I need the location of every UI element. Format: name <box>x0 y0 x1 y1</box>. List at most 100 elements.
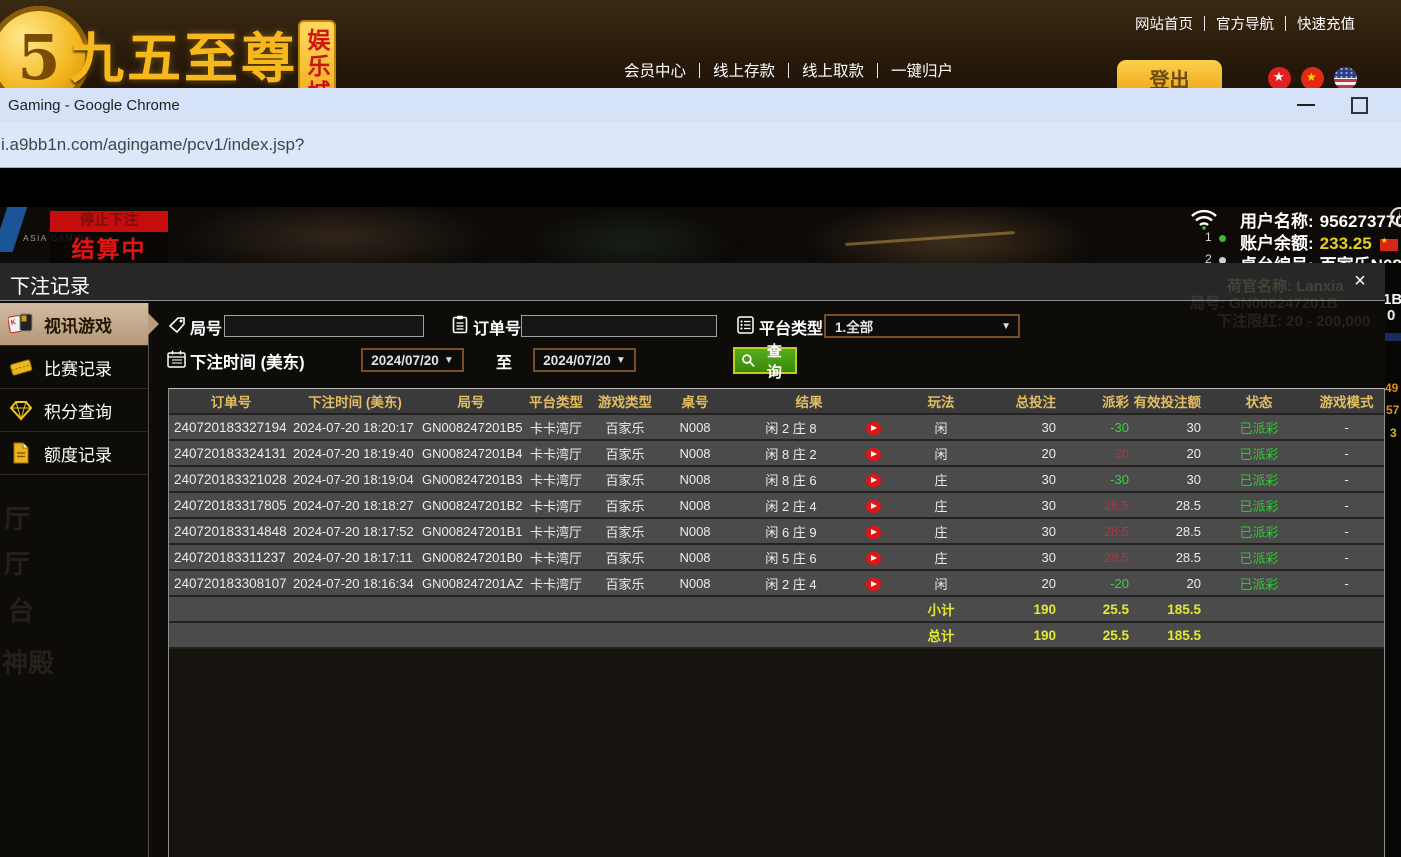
cell-round-number: GN008247201B3 <box>417 466 525 492</box>
tag-icon <box>168 317 187 334</box>
total-label: 总计 <box>891 622 991 648</box>
nav-link-transfer[interactable]: 一键归户 <box>891 59 953 81</box>
logo-symbol: 5 <box>17 21 60 89</box>
cell-game-type: 百家乐 <box>587 492 663 518</box>
cell-bet-on: 庄 <box>891 492 991 518</box>
cell-round-number: GN008247201B5 <box>417 414 525 440</box>
play-video-icon[interactable] <box>866 552 881 565</box>
cell-payout: -30 <box>1063 414 1133 440</box>
sidebar-item-label: 比赛记录 <box>44 355 112 380</box>
clipboard-icon <box>452 315 468 334</box>
diamond-icon <box>8 399 34 421</box>
wifi-icon <box>1190 208 1218 230</box>
cell-round-number: GN008247201B2 <box>417 492 525 518</box>
cell-table-number: N008 <box>663 544 727 570</box>
bleed-limit-line: 下注限红: 20 - 200,000 <box>1217 310 1370 331</box>
url-bar[interactable]: i.a9bb1n.com/agingame/pcv1/index.jsp? <box>0 122 1401 168</box>
cell-total-bet: 30 <box>991 414 1063 440</box>
top-link-nav[interactable]: 官方导航 <box>1216 13 1274 34</box>
top-link-home[interactable]: 网站首页 <box>1135 13 1193 34</box>
calendar-icon <box>167 350 186 368</box>
cell-bet-on: 庄 <box>891 518 991 544</box>
nav-link-deposit[interactable]: 线上存款 <box>713 59 775 81</box>
cell-bet-time: 2024-07-20 18:17:52 <box>293 518 417 544</box>
cell-table-number: N008 <box>663 440 727 466</box>
bleed-fragment: 49 <box>1385 381 1398 395</box>
bleed-fragment: 3 <box>1390 426 1397 440</box>
table-row: 240720183327194 2024-07-20 18:20:17 GN00… <box>169 414 1384 440</box>
window-title: Gaming - Google Chrome <box>8 97 180 114</box>
bleed-fragment: 57 <box>1386 403 1399 417</box>
summary-rows: 小计 190 25.5 185.5 总计 190 25.5 185.5 <box>169 596 1384 648</box>
close-icon[interactable]: × <box>1346 267 1374 295</box>
play-video-icon[interactable] <box>866 578 881 591</box>
sidebar-item-label: 视讯游戏 <box>44 312 112 337</box>
date-from-value: 2024/07/20 <box>371 353 439 368</box>
bet-time-label: 下注时间 (美东) <box>190 349 305 373</box>
cell-order-number: 240720183311237 <box>169 544 293 570</box>
play-video-icon[interactable] <box>866 474 881 487</box>
cell-valid-bet: 30 <box>1133 414 1209 440</box>
cell-game-type: 百家乐 <box>587 466 663 492</box>
cell-bet-time: 2024-07-20 18:17:11 <box>293 544 417 570</box>
window-titlebar: Gaming - Google Chrome <box>0 88 1401 123</box>
play-video-icon[interactable] <box>866 448 881 461</box>
search-button-label: 查询 <box>760 340 789 382</box>
settling-status: 结算中 <box>50 232 168 263</box>
order-number-input[interactable] <box>521 315 717 337</box>
cn-flag-icon[interactable] <box>1301 67 1324 88</box>
subtotal-valid-bet: 185.5 <box>1133 596 1209 622</box>
bet-records-modal: 下注记录 × 荷官名称: Lanxia 局号: GN008247201B 下注限… <box>0 263 1385 857</box>
sidebar-item-video-games[interactable]: K 视讯游戏 <box>0 303 148 346</box>
play-video-icon[interactable] <box>866 422 881 435</box>
cell-replay <box>855 492 891 518</box>
cell-bet-time: 2024-07-20 18:19:40 <box>293 440 417 466</box>
round-number-input[interactable] <box>224 315 424 337</box>
nav-link-withdraw[interactable]: 线上取款 <box>802 59 864 81</box>
play-video-icon[interactable] <box>866 526 881 539</box>
stop-betting-banner: 停止下注 <box>50 211 168 232</box>
nav-link-member[interactable]: 会员中心 <box>624 59 686 81</box>
cell-total-bet: 30 <box>991 544 1063 570</box>
cell-replay <box>855 440 891 466</box>
cell-valid-bet: 20 <box>1133 570 1209 596</box>
cell-valid-bet: 20 <box>1133 440 1209 466</box>
cell-bet-on: 庄 <box>891 544 991 570</box>
records-table-container: 订单号 下注时间 (美东) 局号 平台类型 游戏类型 桌号 结果 玩法 总投注 … <box>168 388 1385 857</box>
sidebar-item-label: 积分查询 <box>44 398 112 423</box>
play-video-icon[interactable] <box>866 500 881 513</box>
table-row: 240720183324131 2024-07-20 18:19:40 GN00… <box>169 440 1384 466</box>
to-label: 至 <box>496 349 512 373</box>
hk-flag-icon[interactable] <box>1268 67 1291 88</box>
search-button[interactable]: 查询 <box>733 347 797 374</box>
us-flag-icon[interactable] <box>1334 67 1357 88</box>
maximize-button[interactable] <box>1341 88 1377 122</box>
cell-replay <box>855 544 891 570</box>
date-to-select[interactable]: 2024/07/20 ▼ <box>533 348 636 372</box>
total-valid-bet: 185.5 <box>1133 622 1209 648</box>
date-from-select[interactable]: 2024/07/20 ▼ <box>361 348 464 372</box>
total-total-bet: 190 <box>991 622 1063 648</box>
cell-round-number: GN008247201B0 <box>417 544 525 570</box>
sidebar-item-match-records[interactable]: 比赛记录 <box>0 346 148 389</box>
col-header-total-bet: 总投注 <box>991 389 1063 414</box>
background-edge-strip: 1B 0 49 57 3 <box>1385 263 1401 857</box>
top-links: 网站首页 官方导航 快速充值 <box>1135 13 1355 34</box>
sidebar-item-points-query[interactable]: 积分查询 <box>0 389 148 432</box>
cell-game-type: 百家乐 <box>587 544 663 570</box>
cell-total-bet: 30 <box>991 518 1063 544</box>
cell-replay <box>855 518 891 544</box>
minimize-button[interactable] <box>1288 88 1324 122</box>
cell-game-mode: - <box>1309 518 1384 544</box>
modal-sidebar: K 视讯游戏 比赛记录 积分 <box>0 303 149 857</box>
url-text: i.a9bb1n.com/agingame/pcv1/index.jsp? <box>1 135 304 155</box>
green-dot-icon <box>1219 235 1226 242</box>
logout-button[interactable]: 登出 <box>1117 60 1222 88</box>
video-blur <box>170 207 500 263</box>
cell-order-number: 240720183324131 <box>169 440 293 466</box>
cell-result: 闲 8 庄 2 <box>727 440 855 466</box>
top-link-recharge[interactable]: 快速充值 <box>1297 13 1355 34</box>
platform-type-select[interactable]: 1.全部 ▼ <box>824 314 1020 338</box>
sidebar-item-credit-records[interactable]: 额度记录 <box>0 432 148 475</box>
bleed-fragment: 1B <box>1383 291 1401 308</box>
